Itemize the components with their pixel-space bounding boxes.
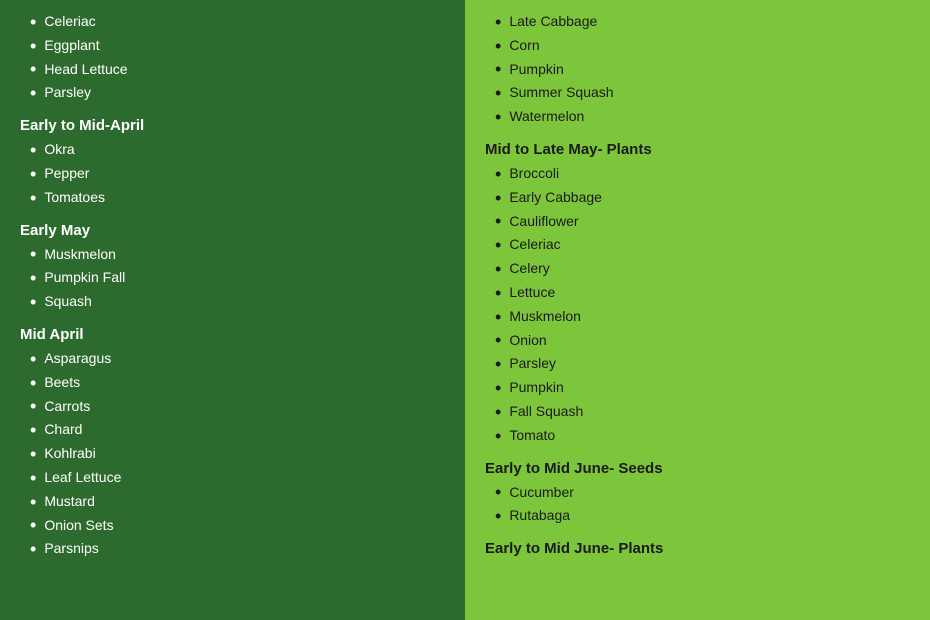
list-item: Late Cabbage xyxy=(495,10,910,34)
list-item: Squash xyxy=(30,290,445,314)
list-item: Beets xyxy=(30,371,445,395)
item-list: MuskmelonPumpkin FallSquash xyxy=(30,243,445,314)
item-list: AsparagusBeetsCarrotsChardKohlrabiLeaf L… xyxy=(30,347,445,561)
section-heading: Early May xyxy=(20,222,445,239)
list-item: Leaf Lettuce xyxy=(30,466,445,490)
list-item: Pumpkin Fall xyxy=(30,266,445,290)
list-item: Parsley xyxy=(30,81,445,105)
list-item: Pepper xyxy=(30,162,445,186)
list-item: Onion xyxy=(495,329,910,353)
list-item: Onion Sets xyxy=(30,514,445,538)
item-list: OkraPepperTomatoes xyxy=(30,138,445,209)
list-item: Carrots xyxy=(30,395,445,419)
list-item: Pumpkin xyxy=(495,58,910,82)
item-list: CeleriacEggplantHead LettuceParsley xyxy=(30,10,445,105)
list-item: Eggplant xyxy=(30,34,445,58)
list-item: Tomato xyxy=(495,424,910,448)
list-item: Fall Squash xyxy=(495,400,910,424)
list-item: Muskmelon xyxy=(30,243,445,267)
section-heading: Mid April xyxy=(20,326,445,343)
list-item: Celeriac xyxy=(30,10,445,34)
left-panel: CeleriacEggplantHead LettuceParsley Early… xyxy=(0,0,465,620)
list-item: Mustard xyxy=(30,490,445,514)
list-item: Early Cabbage xyxy=(495,186,910,210)
list-item: Kohlrabi xyxy=(30,442,445,466)
right-panel: Late CabbageCornPumpkinSummer SquashWate… xyxy=(465,0,930,620)
list-item: Okra xyxy=(30,138,445,162)
list-item: Muskmelon xyxy=(495,305,910,329)
list-item: Celery xyxy=(495,257,910,281)
list-item: Watermelon xyxy=(495,105,910,129)
item-list: Late CabbageCornPumpkinSummer SquashWate… xyxy=(495,10,910,129)
list-item: Corn xyxy=(495,34,910,58)
section-heading: Mid to Late May- Plants xyxy=(485,141,910,158)
list-item: Broccoli xyxy=(495,162,910,186)
list-item: Celeriac xyxy=(495,233,910,257)
list-item: Chard xyxy=(30,418,445,442)
list-item: Cucumber xyxy=(495,481,910,505)
item-list: CucumberRutabaga xyxy=(495,481,910,529)
list-item: Tomatoes xyxy=(30,186,445,210)
list-item: Pumpkin xyxy=(495,376,910,400)
list-item: Lettuce xyxy=(495,281,910,305)
list-item: Parsnips xyxy=(30,537,445,561)
list-item: Rutabaga xyxy=(495,504,910,528)
item-list: BroccoliEarly CabbageCauliflowerCeleriac… xyxy=(495,162,910,448)
list-item: Cauliflower xyxy=(495,210,910,234)
list-item: Summer Squash xyxy=(495,81,910,105)
section-heading: Early to Mid June- Seeds xyxy=(485,460,910,477)
section-heading: Early to Mid-April xyxy=(20,117,445,134)
list-item: Head Lettuce xyxy=(30,58,445,82)
section-heading: Early to Mid June- Plants xyxy=(485,540,910,557)
list-item: Asparagus xyxy=(30,347,445,371)
list-item: Parsley xyxy=(495,352,910,376)
